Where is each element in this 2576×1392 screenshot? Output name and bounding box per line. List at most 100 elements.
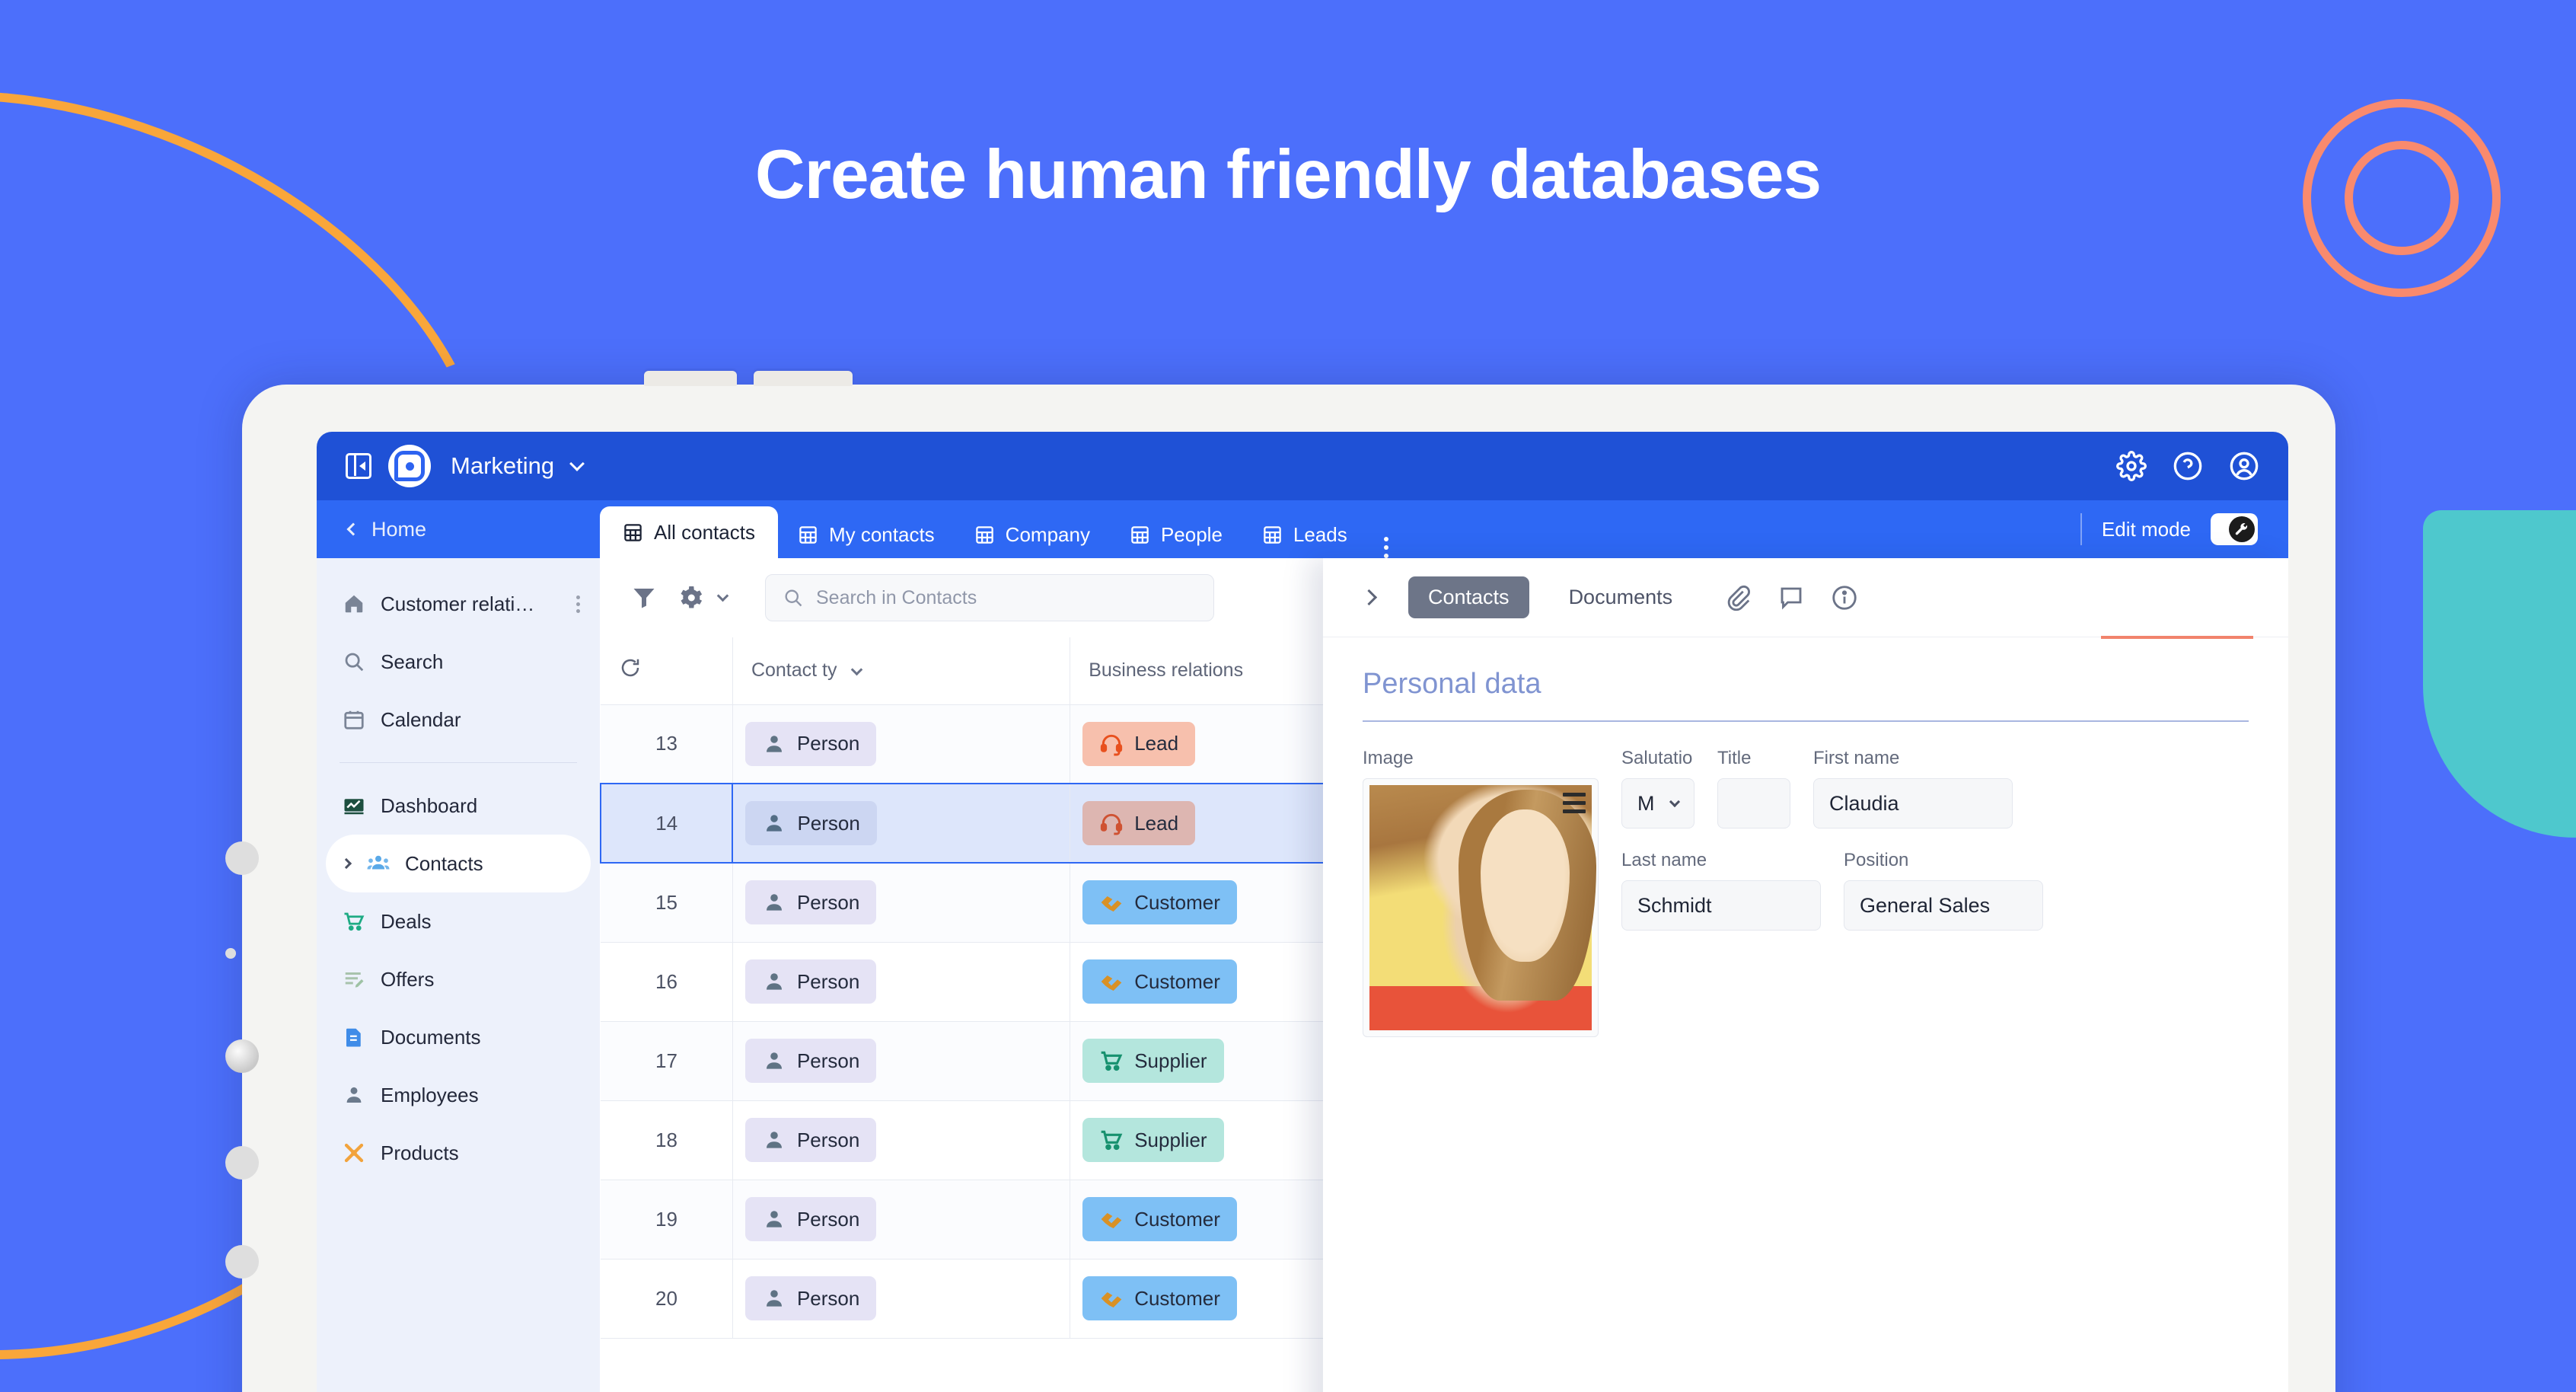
person-icon bbox=[766, 1132, 782, 1148]
chevron-down-icon[interactable] bbox=[716, 589, 729, 602]
chip-supplier: Supplier bbox=[1082, 1039, 1224, 1083]
table-row[interactable]: 19 Person Customer bbox=[601, 1180, 1437, 1260]
field-last-name: Last name Schmidt bbox=[1621, 850, 1821, 931]
column-header-contact-type[interactable]: Contact ty bbox=[732, 637, 1071, 705]
chip-lead: Lead bbox=[1082, 801, 1196, 845]
chevron-down-icon bbox=[569, 456, 585, 471]
info-icon[interactable] bbox=[1831, 584, 1858, 611]
search-input[interactable]: Search in Contacts bbox=[765, 574, 1214, 621]
cell-contact-type[interactable]: Person bbox=[732, 704, 1071, 784]
title-input[interactable] bbox=[1717, 778, 1790, 828]
column-label: Contact ty bbox=[751, 659, 837, 682]
sidebar-item-offers[interactable]: Offers bbox=[317, 950, 600, 1008]
tabs-more-menu-icon[interactable] bbox=[1367, 537, 1405, 558]
cell-contact-type[interactable]: Person bbox=[732, 1180, 1071, 1260]
personal-data-form: Image Salutatio M Title First name Claud… bbox=[1363, 748, 2249, 1037]
cell-contact-type[interactable]: Person bbox=[732, 1100, 1071, 1180]
chip-label: Lead bbox=[1134, 811, 1179, 835]
field-label: Salutatio bbox=[1621, 748, 1693, 768]
chip-person: Person bbox=[744, 959, 877, 1004]
account-icon[interactable] bbox=[2229, 451, 2259, 481]
tab-all-contacts[interactable]: All contacts bbox=[600, 506, 778, 558]
sidebar-item-deals[interactable]: Deals bbox=[317, 892, 600, 950]
sidebar-item-documents[interactable]: Documents bbox=[317, 1008, 600, 1066]
gear-icon[interactable] bbox=[2116, 451, 2147, 481]
tab-my-contacts[interactable]: My contacts bbox=[778, 511, 955, 558]
tab-people[interactable]: People bbox=[1110, 511, 1242, 558]
table-row[interactable]: 14 Person Lead bbox=[600, 783, 1437, 864]
table-row[interactable]: 15 Person Customer bbox=[601, 863, 1437, 943]
field-title: Title bbox=[1717, 748, 1790, 828]
field-label: Title bbox=[1717, 748, 1752, 768]
tablet-frame: Marketing Home All contacts My contacts … bbox=[225, 371, 2335, 1392]
contact-photo-frame[interactable] bbox=[1363, 778, 1599, 1037]
edit-mode-label: Edit mode bbox=[2101, 517, 2191, 541]
table-row[interactable]: 17 Person Supplier bbox=[601, 1021, 1437, 1101]
cell-contact-type[interactable]: Person bbox=[732, 1021, 1071, 1101]
sidebar-divider bbox=[340, 762, 577, 763]
position-input[interactable]: General Sales bbox=[1844, 880, 2043, 931]
cell-contact-type[interactable]: Person bbox=[732, 942, 1071, 1022]
filter-icon[interactable] bbox=[630, 584, 658, 611]
row-index: 20 bbox=[601, 1259, 733, 1339]
photo-menu-icon[interactable] bbox=[1563, 793, 1586, 813]
table-row[interactable]: 13 Person Lead bbox=[601, 704, 1437, 784]
detail-tab-contacts[interactable]: Contacts bbox=[1408, 576, 1529, 618]
last-name-input[interactable]: Schmidt bbox=[1621, 880, 1821, 931]
chip-label: Supplier bbox=[1134, 1049, 1207, 1072]
sidebar-item-dashboard[interactable]: Dashboard bbox=[317, 777, 600, 835]
home-back-link[interactable]: Home bbox=[317, 500, 600, 558]
cell-contact-type[interactable]: Person bbox=[732, 863, 1071, 943]
chevron-right-icon[interactable] bbox=[340, 857, 352, 870]
attachment-icon[interactable] bbox=[1724, 584, 1752, 611]
column-label: Business relations bbox=[1089, 659, 1244, 682]
table-icon bbox=[799, 525, 817, 544]
last-name-value: Schmidt bbox=[1637, 893, 1712, 917]
person-icon bbox=[766, 735, 782, 752]
column-header-index[interactable] bbox=[601, 637, 733, 705]
sidebar-item-employees[interactable]: Employees bbox=[317, 1066, 600, 1124]
help-icon[interactable] bbox=[2173, 451, 2203, 481]
table-row[interactable]: 18 Person Supplier bbox=[601, 1100, 1437, 1180]
expand-panel-button[interactable] bbox=[1349, 578, 1388, 618]
table-row[interactable]: 20 Person Customer bbox=[601, 1259, 1437, 1339]
sidebar-item-calendar[interactable]: Calendar bbox=[317, 691, 600, 749]
chip-label: Lead bbox=[1134, 732, 1179, 755]
chip-label: Person bbox=[796, 1049, 860, 1072]
home-label: Home bbox=[371, 517, 427, 541]
main-content: Search in Contacts Contact ty Business r… bbox=[600, 558, 2288, 1392]
edit-mode-toggle[interactable] bbox=[2211, 513, 2258, 545]
table-header-row: Contact ty Business relations bbox=[601, 637, 1437, 705]
cell-contact-type[interactable]: Person bbox=[732, 783, 1071, 864]
person-icon bbox=[767, 815, 783, 832]
row-index: 15 bbox=[601, 863, 733, 943]
sidebar-item-customer-relation-management[interactable]: Customer relation ma... bbox=[317, 575, 600, 633]
first-name-input[interactable]: Claudia bbox=[1813, 778, 2013, 828]
sidebar-item-search[interactable]: Search bbox=[317, 633, 600, 691]
tab-label: People bbox=[1160, 522, 1223, 546]
sidebar-item-menu-icon[interactable] bbox=[576, 595, 580, 613]
tab-company[interactable]: Company bbox=[955, 511, 1110, 558]
comment-icon[interactable] bbox=[1777, 584, 1805, 611]
refresh-icon[interactable] bbox=[619, 656, 642, 679]
panel-toggle-icon[interactable] bbox=[346, 453, 371, 479]
chip-person: Person bbox=[745, 801, 877, 845]
cell-contact-type[interactable]: Person bbox=[732, 1259, 1071, 1339]
image-label: Image bbox=[1363, 748, 1414, 768]
app-logo[interactable] bbox=[388, 445, 431, 487]
table-body: 13 Person Lead 14 Person Lead 15 Person … bbox=[600, 704, 1437, 1339]
nav-divider bbox=[2080, 513, 2082, 545]
chevron-down-icon[interactable] bbox=[851, 663, 863, 676]
headset-icon bbox=[1101, 813, 1123, 835]
workspace-switcher[interactable]: Marketing bbox=[451, 452, 585, 480]
sidebar-item-label: Search bbox=[381, 650, 444, 673]
table-row[interactable]: 16 Person Customer bbox=[601, 942, 1437, 1022]
sidebar-item-contacts[interactable]: Contacts bbox=[326, 835, 591, 892]
sidebar-item-products[interactable]: Products bbox=[317, 1124, 600, 1182]
gear-icon[interactable] bbox=[677, 584, 705, 611]
salutation-select[interactable]: M bbox=[1621, 778, 1694, 828]
app-body: Customer relation ma... Search Calendar bbox=[317, 558, 2288, 1392]
detail-tab-documents[interactable]: Documents bbox=[1549, 576, 1693, 618]
chip-person: Person bbox=[744, 721, 877, 766]
tab-leads[interactable]: Leads bbox=[1242, 511, 1367, 558]
